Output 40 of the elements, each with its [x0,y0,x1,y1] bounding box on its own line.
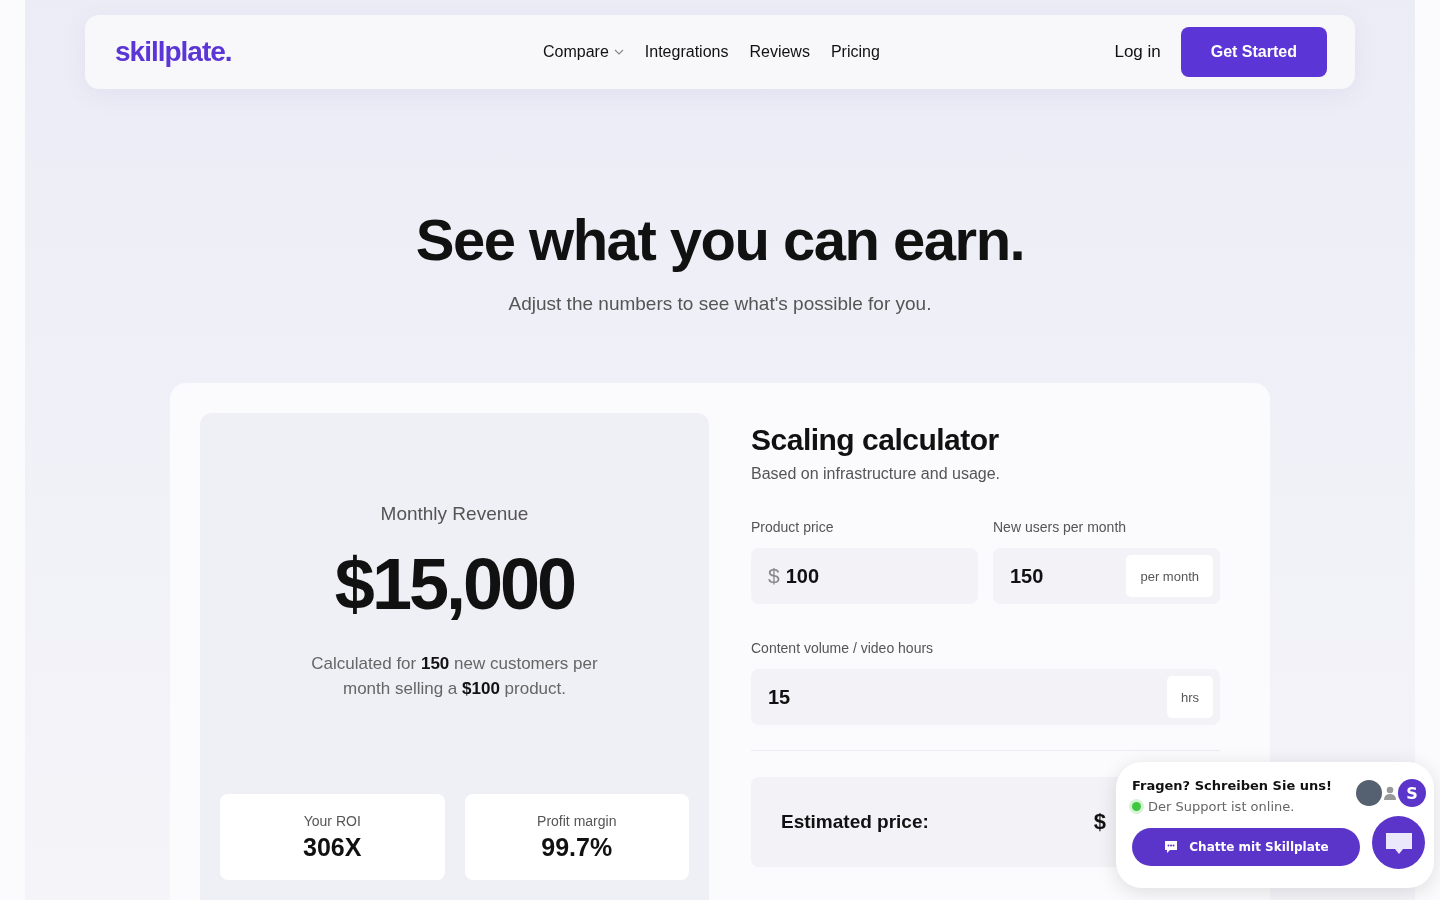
revenue-label: Monthly Revenue [380,503,529,525]
chat-title: Fragen? Schreiben Sie uns! [1132,778,1332,793]
input-field[interactable]: 15 hrs [751,669,1220,725]
stat-value: 306X [303,832,362,862]
estimate-value: $ [1093,809,1106,835]
nav-link[interactable]: Reviews [749,43,810,61]
nav-link[interactable]: Integrations [644,43,729,61]
field-label: Product price [751,519,835,535]
unit-suffix: per month [1126,555,1213,597]
stat-label: Your ROI [303,812,361,829]
field-value: 100 [785,564,821,588]
revenue-summary: Calculated for 150 new customers per month selling a $100 product. [310,653,599,700]
nav-link[interactable]: Pricing [830,43,880,61]
field-value: 15 [768,685,792,709]
estimate-label: Estimated price: [781,811,929,833]
unit-suffix: hrs [1166,676,1213,718]
nav-link[interactable]: Compare [543,43,624,61]
get-started-button[interactable]: Get Started [1180,27,1327,77]
revenue-value: $15,000 [334,543,575,625]
person-icon [1384,786,1396,800]
chevron-down-icon [613,49,624,55]
logo[interactable]: skillplate. [115,36,515,68]
login-link[interactable]: Log in [1114,42,1161,62]
currency-prefix: $ [768,564,780,588]
stat-label: Profit margin [537,812,617,829]
input-field[interactable]: 150 per month [993,548,1220,604]
stat-value: 99.7% [541,832,613,862]
chat-icon [1163,838,1180,855]
field-label: New users per month [993,519,1128,535]
chat-button[interactable]: Chatte mit Skillplate [1132,827,1360,866]
chat-launcher-button[interactable] [1372,816,1425,869]
page-subtitle: Adjust the numbers to see what's possible for you. [508,293,932,315]
input-field[interactable]: $ 100 [751,548,978,604]
calculator-subtitle: Based on infrastructure and usage. [751,465,1002,483]
field-label: Content volume / video hours [751,640,935,656]
calculator-title: Scaling calculator [751,423,1000,457]
avatar [1356,780,1382,806]
field-value: 150 [1010,564,1045,588]
chat-status: Der Support ist online. [1148,799,1295,814]
avatar-badge: S [1398,779,1426,807]
